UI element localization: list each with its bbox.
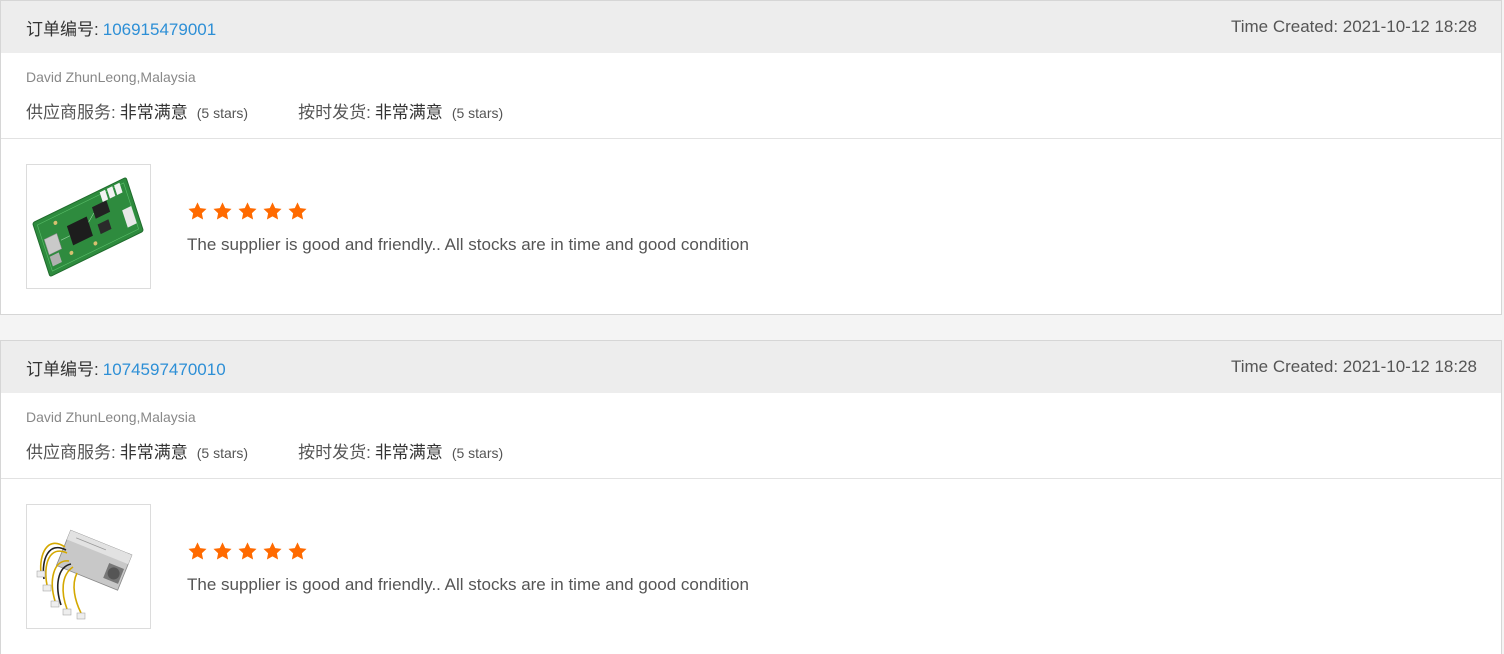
- time-created: Time Created: 2021-10-12 18:28: [1230, 17, 1477, 36]
- buyer-info: David ZhunLeong,Malaysia 供应商服务: 非常满意 (5 …: [1, 393, 1501, 479]
- order-number-label: 订单编号:: [26, 19, 99, 39]
- star-icon: [237, 201, 258, 222]
- review-content: The supplier is good and friendly.. All …: [187, 201, 749, 255]
- buyer-info: David ZhunLeong,Malaysia 供应商服务: 非常满意 (5 …: [1, 53, 1501, 139]
- supplier-service-stars: (5 stars): [196, 445, 249, 461]
- review-card: 订单编号: 1074597470010 Time Created: 2021-10…: [0, 340, 1502, 654]
- order-number-label: 订单编号:: [26, 359, 99, 379]
- circuit-board-image[interactable]: [26, 164, 151, 289]
- star-icon: [262, 201, 283, 222]
- supplier-service-rating: 供应商服务: 非常满意 (5 stars): [26, 438, 248, 463]
- star-icon: [212, 541, 233, 562]
- review-text: The supplier is good and friendly.. All …: [187, 235, 749, 254]
- on-time-delivery-label: 按时发货:: [298, 443, 371, 462]
- on-time-delivery-stars: (5 stars): [451, 445, 504, 461]
- buyer-name: David ZhunLeong,Malaysia: [26, 409, 196, 425]
- supplier-service-label: 供应商服务:: [26, 443, 116, 462]
- order-info: 订单编号: 106915479001: [26, 15, 216, 40]
- on-time-delivery-stars: (5 stars): [451, 105, 504, 121]
- on-time-delivery-label: 按时发货:: [298, 103, 371, 122]
- time-created: Time Created: 2021-10-12 18:28: [1230, 357, 1477, 376]
- ratings-summary: 供应商服务: 非常满意 (5 stars) 按时发货: 非常满意 (5 star…: [26, 98, 1476, 123]
- review-card: 订单编号: 106915479001 Time Created: 2021-10-…: [0, 0, 1502, 315]
- star-icon: [287, 541, 308, 562]
- review-text: The supplier is good and friendly.. All …: [187, 575, 749, 594]
- order-number-link[interactable]: 1074597470010: [103, 360, 226, 379]
- supplier-service-label: 供应商服务:: [26, 103, 116, 122]
- supplier-service-rating: 供应商服务: 非常满意 (5 stars): [26, 98, 248, 123]
- review-body: The supplier is good and friendly.. All …: [1, 139, 1501, 315]
- ratings-summary: 供应商服务: 非常满意 (5 stars) 按时发货: 非常满意 (5 star…: [26, 438, 1476, 463]
- supplier-service-value: 非常满意: [119, 443, 188, 462]
- power-supply-image[interactable]: [26, 504, 151, 629]
- star-rating: [187, 541, 749, 565]
- order-info: 订单编号: 1074597470010: [26, 355, 226, 380]
- on-time-delivery-rating: 按时发货: 非常满意 (5 stars): [298, 438, 503, 463]
- review-body: The supplier is good and friendly.. All …: [1, 479, 1501, 654]
- star-icon: [187, 201, 208, 222]
- star-icon: [262, 541, 283, 562]
- review-header: 订单编号: 1074597470010 Time Created: 2021-10…: [1, 341, 1501, 393]
- on-time-delivery-rating: 按时发货: 非常满意 (5 stars): [298, 98, 503, 123]
- star-icon: [187, 541, 208, 562]
- supplier-service-value: 非常满意: [119, 103, 188, 122]
- buyer-name: David ZhunLeong,Malaysia: [26, 69, 196, 85]
- star-icon: [212, 201, 233, 222]
- review-header: 订单编号: 106915479001 Time Created: 2021-10-…: [1, 1, 1501, 53]
- review-list: 订单编号: 106915479001 Time Created: 2021-10-…: [0, 0, 1504, 654]
- star-rating: [187, 201, 749, 225]
- supplier-service-stars: (5 stars): [196, 105, 249, 121]
- review-content: The supplier is good and friendly.. All …: [187, 541, 749, 595]
- star-icon: [237, 541, 258, 562]
- star-icon: [287, 201, 308, 222]
- on-time-delivery-value: 非常满意: [374, 443, 443, 462]
- on-time-delivery-value: 非常满意: [374, 103, 443, 122]
- order-number-link[interactable]: 106915479001: [103, 20, 216, 39]
